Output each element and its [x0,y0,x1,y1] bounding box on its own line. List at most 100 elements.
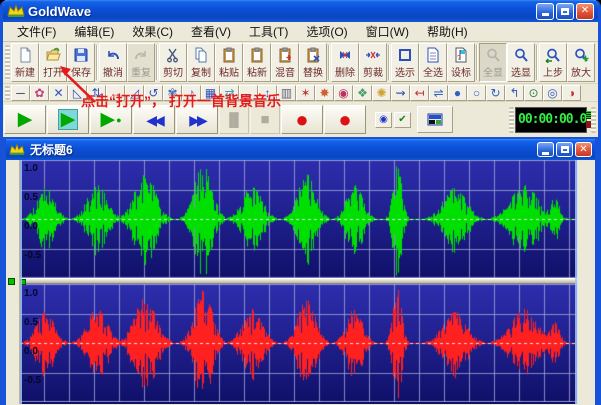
effect-icon-17[interactable]: ✸ [315,85,334,101]
toolbar-grip[interactable] [5,45,10,80]
selection-end-marker[interactable] [575,160,577,404]
document-title: 无标题6 [30,141,537,158]
paste-button[interactable]: 粘贴 [215,43,243,82]
record-icon: ● [338,109,351,131]
channel-divider[interactable] [20,278,577,284]
selection-start-marker[interactable] [20,160,22,404]
show-selection-button[interactable]: 选显 [507,43,535,82]
copy-button[interactable]: 复制 [187,43,215,82]
toolbar-separator [388,45,390,80]
effect-icon-24[interactable]: ● [448,85,467,101]
monitor-check-button[interactable]: ✔ [394,112,411,128]
effect-icon-12[interactable]: ⇄ [220,85,239,101]
effect-icon-29[interactable]: ◎ [543,85,562,101]
mix-button[interactable]: 混音 [271,43,299,82]
menu-help[interactable]: 帮助(H) [418,21,477,42]
effect-icon-28[interactable]: ⊙ [524,85,543,101]
save-button[interactable]: 保存 [67,43,95,82]
clipboard-mix-icon [277,47,293,64]
select-view-button[interactable]: 选示 [391,43,419,82]
menu-view[interactable]: 查看(V) [182,21,240,42]
control-window-icon [425,112,445,128]
goldwave-logo-icon [7,3,25,19]
undo-button[interactable]: 撤消 [99,43,127,82]
rewind-button[interactable]: ◀◀ [133,105,175,134]
selection-square-icon [397,47,413,64]
effect-icon-25[interactable]: ○ [467,85,486,101]
effect-icon-8[interactable]: ↺ [144,85,163,101]
menu-edit[interactable]: 编辑(E) [65,21,123,42]
window-title: GoldWave [28,4,536,19]
record-new-button[interactable]: ● [281,105,323,134]
effect-icon-18[interactable]: ◉ [334,85,353,101]
effect-icon-27[interactable]: ↰ [505,85,524,101]
effect-icon-5[interactable]: ⇅ [87,85,106,101]
fast-forward-button[interactable]: ▶▶ [176,105,218,134]
minimize-button[interactable] [536,3,554,20]
menu-file[interactable]: 文件(F) [8,21,65,42]
select-all-button[interactable]: 全选 [419,43,447,82]
previous-zoom-button[interactable]: 上步 [539,43,567,82]
play-selection-button[interactable]: ▶ [47,105,89,134]
effect-icon-19[interactable]: ❖ [353,85,372,101]
clipboard-replace-icon [305,47,321,64]
record-new-icon: ● [295,109,308,131]
play-marker-button[interactable]: ▶● [90,105,132,134]
record-button[interactable]: ● [324,105,366,134]
toolbar-grip[interactable] [5,86,10,100]
show-all-button: 全显 [479,43,507,82]
trim-button[interactable]: 剪裁 [359,43,387,82]
device-controls-button[interactable] [417,106,453,133]
effect-icon-30[interactable]: ◑ [562,85,581,101]
close-button[interactable]: ✕ [576,3,594,20]
doc-minimize-button[interactable] [537,142,554,157]
effect-icon-13[interactable]: ← [239,85,258,101]
time-value: 00:00:00.0 [518,112,586,127]
zoom-in-button[interactable]: 放大 [567,43,595,82]
effect-icon-2[interactable]: ✿ [30,85,49,101]
toolbar-grip[interactable] [509,107,514,133]
goldwave-window: GoldWave ✕ 文件(F) 编辑(E) 效果(C) 查看(V) 工具(T)… [0,0,601,405]
delete-button[interactable]: 删除 [331,43,359,82]
goldwave-doc-icon [9,142,27,158]
maximize-button[interactable] [556,3,574,20]
replace-button[interactable]: 替换 [299,43,327,82]
effect-icon-22[interactable]: ↤ [410,85,429,101]
effect-icon-15[interactable]: ▥ [277,85,296,101]
menu-options[interactable]: 选项(O) [297,21,356,42]
right-channel-waveform[interactable] [20,284,577,402]
left-channel-waveform[interactable] [20,160,577,278]
effect-icon-20[interactable]: ✺ [372,85,391,101]
effect-icon-10[interactable]: ♪ [182,85,201,101]
effect-icon-1[interactable]: ─ [11,85,30,101]
effect-icon-7[interactable]: ◿ [125,85,144,101]
cut-button[interactable]: 剪切 [159,43,187,82]
effect-icon-4[interactable]: ◺ [68,85,87,101]
effect-icon-21[interactable]: ⇝ [391,85,410,101]
menu-tools[interactable]: 工具(T) [240,21,297,42]
document-title-bar[interactable]: 无标题6 ✕ [6,139,595,160]
set-marker-button[interactable]: 设标 [447,43,475,82]
effect-icon-11[interactable]: ▦ [201,85,220,101]
effect-icon-26[interactable]: ↻ [486,85,505,101]
toolbar-grip[interactable] [591,107,596,133]
trim-icon [365,47,381,64]
waveform-area[interactable]: 1.0 0.5 0.0 -0.5 1.0 0.5 0.0 -0.5 [20,160,577,404]
menu-effects[interactable]: 效果(C) [123,21,182,42]
right-gutter [577,160,592,404]
monitor-radio-button[interactable]: ◉ [375,112,392,128]
effect-icon-9[interactable]: ✾ [163,85,182,101]
paste-new-button[interactable]: 粘新 [243,43,271,82]
doc-maximize-button[interactable] [556,142,573,157]
open-button[interactable]: 打开 [39,43,67,82]
toolbar-separator [156,45,158,80]
effect-icon-14[interactable]: ↕ [258,85,277,101]
new-button[interactable]: 新建 [11,43,39,82]
effect-icon-3[interactable]: ✕ [49,85,68,101]
effect-icon-16[interactable]: ✶ [296,85,315,101]
effect-icon-23[interactable]: ⇌ [429,85,448,101]
menu-window[interactable]: 窗口(W) [357,21,418,42]
doc-close-button[interactable]: ✕ [575,142,592,157]
play-button[interactable]: ▶ [4,105,46,134]
effect-icon-6[interactable]: ↔ [106,85,125,101]
